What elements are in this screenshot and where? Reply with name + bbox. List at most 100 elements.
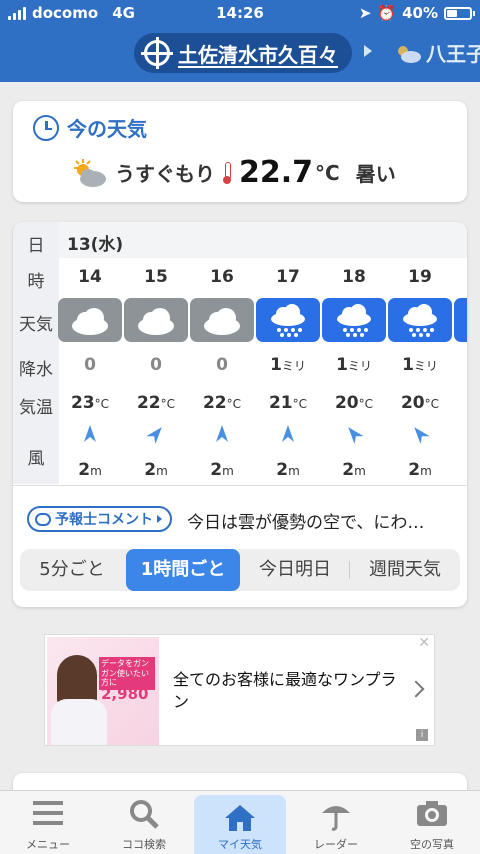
precip-value: 0 <box>150 355 162 375</box>
tab-weekly[interactable]: 週間天気 <box>350 549 460 591</box>
temp-unit: °C <box>424 397 440 411</box>
clock-icon <box>33 114 59 141</box>
current-temperature: 22.7 <box>239 155 314 190</box>
precip-value: 1ミリ <box>270 355 306 375</box>
wind-speed: 2m <box>144 460 168 480</box>
play-arrow-icon <box>157 515 162 523</box>
label-weather: 天気 <box>19 315 53 335</box>
status-time: 14:26 <box>216 4 264 22</box>
forecaster-comment-button[interactable]: 予報士コメント <box>27 506 172 532</box>
cloud-sun-icon <box>398 45 421 63</box>
nav-label: マイ天気 <box>218 838 262 851</box>
location-header: 土佐清水市久百々 八王子 <box>0 26 480 82</box>
tab-hourly[interactable]: 1時間ごと <box>126 549 240 591</box>
cloud-icon <box>138 308 174 335</box>
temp-value: 22°C <box>136 393 176 413</box>
nav-label: ココ検索 <box>122 838 166 851</box>
thermometer-icon <box>223 161 231 184</box>
wind-unit: m <box>420 464 432 478</box>
wind-direction-icon <box>414 427 430 444</box>
bottom-nav: メニュー ココ検索 マイ天気 レーダー 空の写真 <box>0 790 480 854</box>
weather-cell <box>256 298 320 342</box>
temp-value: 21°C <box>268 393 308 413</box>
tab-today-tomorrow[interactable]: 今日明日 <box>242 549 348 591</box>
wind-speed: 2m <box>210 460 234 480</box>
current-weather-card[interactable]: 今の天気 うすぐもり 22.7 °C 暑い <box>13 101 467 202</box>
weather-cell <box>388 298 452 342</box>
weather-cell <box>58 298 122 342</box>
rain-cloud-icon <box>403 304 437 337</box>
status-bar: docomo 4G 14:26 ➤ ⏰ 40% <box>0 0 480 26</box>
hour-column-partial <box>453 222 467 484</box>
rain-cloud-icon <box>271 304 305 337</box>
hour-column: 15 0 22°C 2m <box>123 222 189 484</box>
nav-radar[interactable]: レーダー <box>288 791 384 854</box>
current-weather-row: うすぐもり 22.7 °C 暑い <box>71 155 396 190</box>
hour-column: 18 1ミリ 20°C 2m <box>321 222 387 484</box>
label-temp: 気温 <box>19 398 53 418</box>
hourly-forecast-card: 日 時 天気 降水 気温 風 13(水) 14 0 23°C 2m 15 0 22°C 2m 1… <box>13 222 467 607</box>
advertisement[interactable]: データをガンガン使いたい方に 2,980 全てのお客様に最適なワンプラン ✕ i <box>44 634 435 746</box>
wind-speed: 2m <box>408 460 432 480</box>
hour-column: 14 0 23°C 2m <box>57 222 123 484</box>
temp-value: 20°C <box>400 393 440 413</box>
nav-label: レーダー <box>314 838 358 851</box>
label-hour: 時 <box>27 272 45 292</box>
rain-cloud-icon <box>337 304 371 337</box>
temperature-unit: °C <box>315 160 340 185</box>
precip-value: 1ミリ <box>336 355 372 375</box>
forecaster-comment-text[interactable]: 今日は雲が優勢の空で、にわ… <box>187 508 457 533</box>
close-icon[interactable]: ✕ <box>418 635 430 651</box>
temp-unit: °C <box>160 397 176 411</box>
wind-speed: 2m <box>342 460 366 480</box>
wind-unit: m <box>222 464 234 478</box>
hour-label: 16 <box>210 267 234 287</box>
chevron-right-icon <box>407 680 425 698</box>
wind-unit: m <box>156 464 168 478</box>
search-icon <box>130 800 159 829</box>
hour-column: 16 0 22°C 2m <box>189 222 255 484</box>
hour-label: 15 <box>144 267 168 287</box>
next-location-name: 八王子 <box>426 42 480 66</box>
temp-unit: °C <box>226 397 242 411</box>
row-labels: 日 時 天気 降水 気温 風 <box>13 222 59 484</box>
nav-label: メニュー <box>26 838 70 851</box>
current-condition: うすぐもり <box>115 162 215 186</box>
ad-person-body <box>51 699 107 745</box>
wind-speed: 2m <box>276 460 300 480</box>
ad-person-hair <box>57 655 97 705</box>
forecast-tabs: 5分ごと 1時間ごと 今日明日 週間天気 <box>20 549 460 591</box>
hour-label: 14 <box>78 267 102 287</box>
wind-direction-icon <box>146 427 162 444</box>
nav-menu[interactable]: メニュー <box>0 791 96 854</box>
info-icon[interactable]: i <box>416 729 428 741</box>
precip-value: 0 <box>216 355 228 375</box>
wind-speed: 2m <box>78 460 102 480</box>
temp-value: 22°C <box>202 393 242 413</box>
label-date: 日 <box>27 236 45 256</box>
precip-unit: ミリ <box>281 359 306 373</box>
weather-cell <box>454 298 467 342</box>
current-location-button[interactable]: 土佐清水市久百々 <box>134 33 352 73</box>
hour-label: 17 <box>276 267 300 287</box>
camera-icon <box>417 801 447 826</box>
temp-unit: °C <box>358 397 374 411</box>
ad-price: 2,980 <box>101 685 149 703</box>
temp-value: 20°C <box>334 393 374 413</box>
battery-icon <box>444 6 475 20</box>
wind-direction-icon <box>84 425 96 442</box>
weather-cell <box>322 298 386 342</box>
nav-search[interactable]: ココ検索 <box>96 791 192 854</box>
temp-value: 23°C <box>70 393 110 413</box>
ad-image: データをガンガン使いたい方に 2,980 <box>47 637 159 745</box>
hour-label: 19 <box>408 267 432 287</box>
hour-column: 19 1ミリ 20°C 2m <box>387 222 453 484</box>
crosshair-icon <box>141 37 173 69</box>
forecaster-comment-label: 予報士コメント <box>55 512 153 528</box>
next-location-tab[interactable]: 八王子 <box>394 38 480 67</box>
menu-icon <box>33 801 63 825</box>
nav-sky-photos[interactable]: 空の写真 <box>384 791 480 854</box>
tab-5min[interactable]: 5分ごと <box>20 549 124 591</box>
next-arrow-icon <box>364 45 372 57</box>
nav-my-weather[interactable]: マイ天気 <box>194 795 286 854</box>
